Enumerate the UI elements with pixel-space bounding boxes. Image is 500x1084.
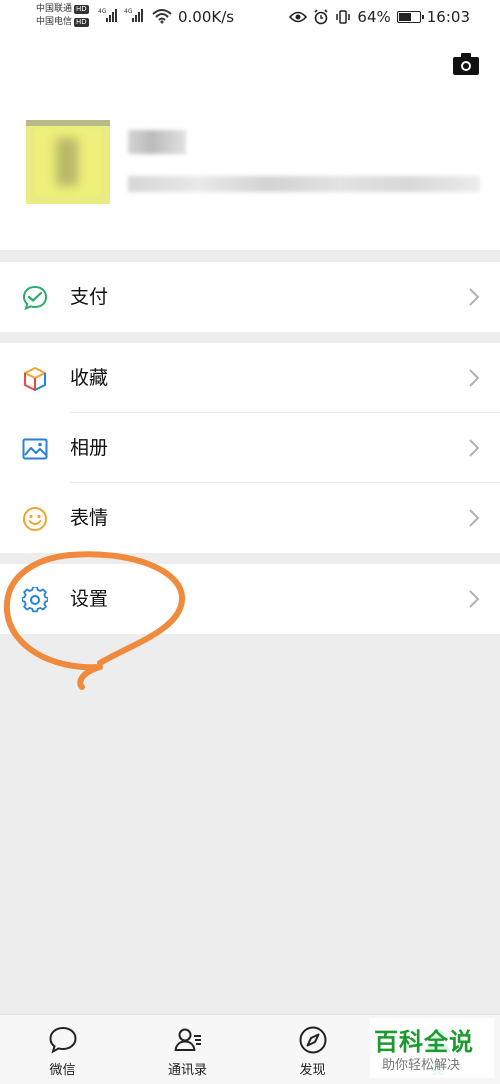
menu-item-settings[interactable]: 设置	[0, 564, 500, 634]
watermark: 百科全说 助你轻松解决	[370, 1018, 494, 1078]
svg-text:4G: 4G	[98, 8, 107, 15]
signal-icon: 4G	[124, 8, 143, 22]
camera-icon[interactable]	[452, 52, 480, 76]
status-right: 64% 16:03	[289, 8, 470, 26]
menu-item-album[interactable]: 相册	[0, 413, 500, 483]
menu-label-pay: 支付	[70, 286, 109, 308]
menu-item-stickers[interactable]: 表情	[0, 483, 500, 553]
menu-label-stickers: 表情	[70, 507, 109, 529]
chevron-right-icon	[469, 439, 480, 457]
chevron-right-icon	[469, 288, 480, 306]
wallet-check-icon	[22, 285, 48, 311]
menu-group-settings: 设置	[0, 564, 500, 634]
menu-item-favorites[interactable]: 收藏	[0, 343, 500, 413]
menu-group-pay: 支付	[0, 262, 500, 332]
profile-header[interactable]	[0, 36, 500, 250]
tab-contacts[interactable]: 通讯录	[125, 1015, 250, 1084]
compass-icon	[299, 1026, 327, 1054]
tab-chats[interactable]: 微信	[0, 1015, 125, 1084]
chat-bubble-icon	[49, 1026, 77, 1054]
cube-icon	[24, 367, 46, 391]
menu-item-pay[interactable]: 支付	[0, 262, 500, 332]
vibrate-icon	[336, 10, 351, 24]
image-icon	[22, 438, 48, 460]
chevron-right-icon	[469, 590, 480, 608]
contacts-icon	[174, 1028, 201, 1051]
signal-icon: 4G	[98, 8, 117, 22]
tab-label-discover: 发现	[299, 1063, 326, 1078]
battery-icon	[396, 11, 424, 23]
battery-fill	[398, 13, 411, 21]
nickname-blurred	[128, 130, 186, 154]
watermark-title: 百科全说	[374, 1028, 474, 1056]
menu-label-favorites: 收藏	[70, 367, 109, 389]
menu-label-settings: 设置	[70, 588, 109, 610]
network-speed: 0.00K/s	[178, 8, 235, 26]
watermark-subtitle: 助你轻松解决	[382, 1058, 461, 1073]
eye-icon	[289, 11, 308, 23]
alarm-icon	[314, 9, 328, 25]
menu-group-content: 收藏 相册 表情	[0, 343, 500, 553]
carrier-1: 中国联通	[36, 4, 73, 14]
clock: 16:03	[426, 8, 470, 26]
svg-text:4G: 4G	[124, 8, 133, 15]
tab-label-chats: 微信	[49, 1063, 76, 1078]
tab-label-contacts: 通讯录	[167, 1063, 207, 1078]
chevron-right-icon	[469, 509, 480, 527]
avatar[interactable]	[26, 120, 110, 204]
gear-icon	[22, 587, 48, 613]
wifi-icon	[152, 9, 172, 24]
carrier-2: 中国电信	[36, 17, 73, 27]
tab-discover[interactable]: 发现	[250, 1015, 375, 1084]
hd-badge: HD	[74, 5, 89, 14]
hd-badge: HD	[74, 18, 89, 27]
menu-label-album: 相册	[70, 437, 109, 459]
battery-percent: 64%	[357, 8, 391, 26]
smiley-icon	[23, 507, 47, 531]
chevron-right-icon	[469, 369, 480, 387]
status-bar: 中国联通 HD 中国电信 HD 4G 4G 0.00K/s 64% 16:03	[0, 0, 500, 36]
wechat-id-blurred	[128, 176, 480, 192]
carrier-info: 中国联通 HD 中国电信 HD	[36, 3, 89, 29]
